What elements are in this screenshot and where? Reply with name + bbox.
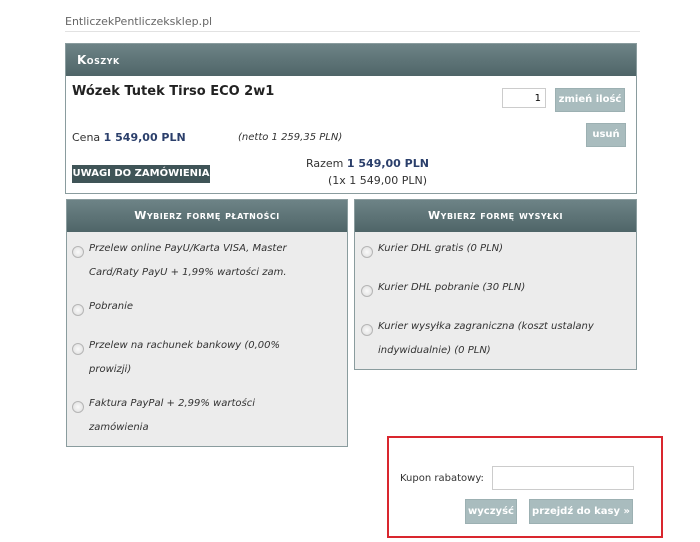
- shipping-option-dhl-free[interactable]: Kurier DHL gratis (0 PLN): [378, 237, 503, 261]
- clear-coupon-button[interactable]: wyczyść: [465, 499, 517, 524]
- shipping-option-international[interactable]: Kurier wysyłka zagraniczna (koszt ustala…: [378, 315, 594, 363]
- payment-header: Wybierz formę płatności: [67, 200, 347, 232]
- cart-panel: Koszyk Wózek Tutek Tirso ECO 2w1 zmień i…: [65, 43, 637, 194]
- shipping-header: Wybierz formę wysyłki: [355, 200, 636, 232]
- payment-option-paypal[interactable]: Faktura PayPal + 2,99% wartości zamówien…: [89, 392, 255, 440]
- quantity-input[interactable]: [502, 88, 546, 108]
- payment-radio-cod[interactable]: [72, 304, 84, 316]
- payment-radio-bank-transfer[interactable]: [72, 343, 84, 355]
- cart-header: Koszyk: [66, 44, 636, 76]
- total-value: 1 549,00 PLN: [346, 157, 429, 170]
- product-name[interactable]: Wózek Tutek Tirso ECO 2w1: [72, 84, 274, 99]
- payment-panel: Wybierz formę płatności Przelew online P…: [66, 199, 348, 447]
- payment-option-bank-transfer[interactable]: Przelew na rachunek bankowy (0,00% prowi…: [89, 334, 280, 382]
- shipping-radio-dhl-cod[interactable]: [361, 285, 373, 297]
- payment-radio-payu[interactable]: [72, 246, 84, 258]
- payment-radio-paypal[interactable]: [72, 401, 84, 413]
- shipping-panel: Wybierz formę wysyłki Kurier DHL gratis …: [354, 199, 637, 370]
- update-quantity-button[interactable]: zmień ilość: [555, 88, 625, 112]
- coupon-section: Kupon rabatowy: wyczyść przejdź do kasy …: [387, 436, 663, 538]
- total-breakdown: (1x 1 549,00 PLN): [328, 174, 428, 187]
- payment-option-cod[interactable]: Pobranie: [89, 295, 133, 319]
- coupon-label: Kupon rabatowy:: [400, 473, 484, 484]
- remove-button[interactable]: usuń: [586, 123, 626, 147]
- shipping-option-dhl-cod[interactable]: Kurier DHL pobranie (30 PLN): [378, 276, 525, 300]
- price-label: Cena: [72, 131, 101, 144]
- price-value: 1 549,00 PLN: [103, 131, 186, 144]
- site-name: EntliczekPentliczeksklep.pl: [65, 15, 213, 28]
- shipping-radio-international[interactable]: [361, 324, 373, 336]
- shipping-radio-dhl-free[interactable]: [361, 246, 373, 258]
- order-notes-button[interactable]: UWAGI DO ZAMÓWIENIA: [72, 165, 210, 183]
- payment-option-payu[interactable]: Przelew online PayU/Karta VISA, Master C…: [89, 237, 287, 285]
- header-divider: [65, 31, 640, 32]
- price-row: Cena 1 549,00 PLN: [72, 131, 186, 144]
- total-row: Razem 1 549,00 PLN: [306, 157, 429, 170]
- netto-price: (netto 1 259,35 PLN): [238, 132, 343, 143]
- checkout-button[interactable]: przejdź do kasy »: [529, 499, 633, 524]
- total-label: Razem: [306, 157, 344, 170]
- coupon-input[interactable]: [492, 466, 634, 490]
